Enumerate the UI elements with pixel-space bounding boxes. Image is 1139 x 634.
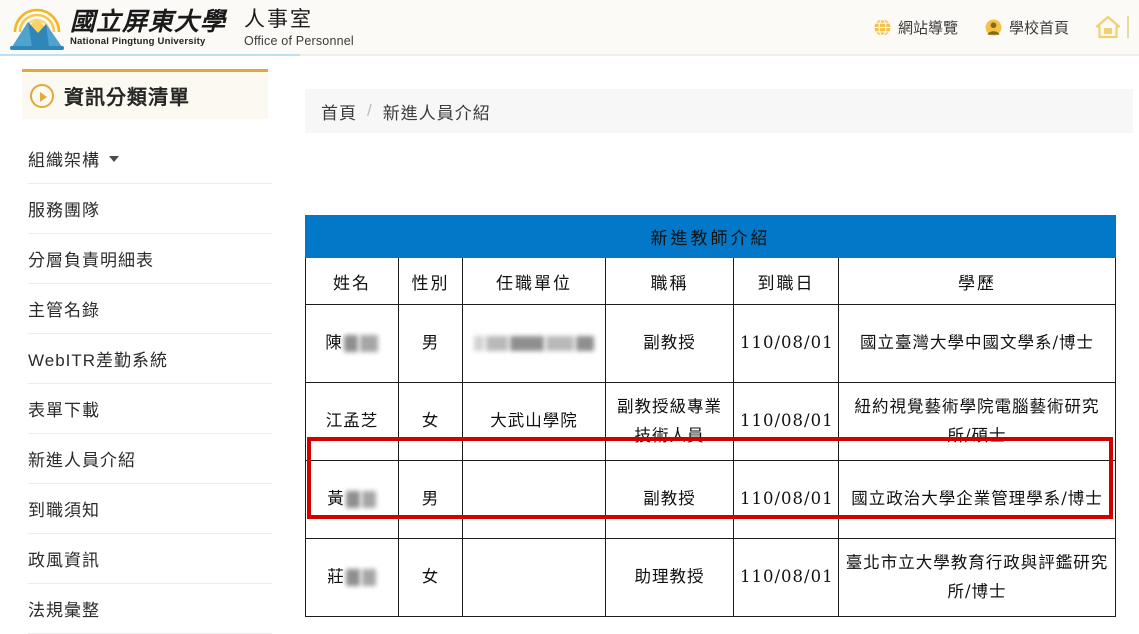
sidebar-item-service-team[interactable]: 服務團隊 bbox=[28, 184, 272, 234]
name-text: 陳 bbox=[325, 333, 343, 353]
sidebar-item-webitr[interactable]: WebITR差勤系統 bbox=[28, 334, 272, 384]
table-row: 莊 女 助理教授 110/08/01 臺北市立大學教育行政與評鑑研究所/博士 bbox=[305, 538, 1116, 617]
breadcrumb-home[interactable]: 首頁 bbox=[321, 99, 357, 124]
nav-school-home[interactable]: 學校首頁 bbox=[984, 17, 1069, 38]
cell-name: 江孟芝 bbox=[305, 382, 399, 461]
sidebar-item-label: WebITR差勤系統 bbox=[28, 351, 169, 370]
cell-name: 黃 bbox=[305, 460, 399, 539]
table-row-highlighted: 江孟芝 女 大武山學院 副教授級專業技術人員 110/08/01 紐約視覺藝術學… bbox=[305, 382, 1116, 461]
sun-mountain-logo bbox=[8, 2, 66, 54]
top-navigation: 網站導覽 學校首頁 bbox=[873, 14, 1139, 40]
site-header: 國立屏東大學 National Pingtung University 人事室 … bbox=[0, 0, 1139, 56]
university-name-en: National Pingtung University bbox=[70, 36, 206, 48]
sidebar-item-label: 政風資訊 bbox=[28, 551, 100, 570]
sidebar-item-label: 主管名錄 bbox=[28, 301, 100, 320]
redaction-blur bbox=[345, 485, 377, 514]
sidebar-item-forms-download[interactable]: 表單下載 bbox=[28, 384, 272, 434]
sidebar: 資訊分類清單 組織架構 服務團隊 分層負責明細表 主管名錄 WebITR差勤系統… bbox=[0, 56, 300, 634]
redaction-blur bbox=[473, 329, 595, 358]
sidebar-item-org-structure[interactable]: 組織架構 bbox=[28, 134, 272, 184]
column-header-sex: 性別 bbox=[398, 257, 463, 305]
column-header-date: 到職日 bbox=[733, 257, 839, 305]
sidebar-item-label: 表單下載 bbox=[28, 401, 100, 420]
cell-job-title: 副教授 bbox=[605, 460, 734, 539]
home-icon bbox=[1095, 14, 1121, 40]
cell-education: 臺北市立大學教育行政與評鑑研究所/博士 bbox=[838, 538, 1116, 617]
sidebar-item-responsibility-table[interactable]: 分層負責明細表 bbox=[28, 234, 272, 284]
name-text: 莊 bbox=[327, 567, 345, 587]
department-name-cn: 人事室 bbox=[244, 8, 314, 32]
table-row: 陳 男 副教授 110/08/01 國立臺灣大學中國文學系/博士 bbox=[305, 304, 1116, 383]
column-header-name: 姓名 bbox=[305, 257, 399, 305]
sidebar-panel-title: 資訊分類清單 bbox=[64, 87, 190, 109]
cell-sex: 男 bbox=[398, 460, 463, 539]
breadcrumb-separator: / bbox=[367, 101, 373, 120]
table-header-row: 姓名 性別 任職單位 職稱 到職日 學歷 bbox=[305, 257, 1116, 305]
cell-start-date: 110/08/01 bbox=[733, 304, 839, 383]
sidebar-item-label: 組織架構 bbox=[28, 151, 100, 170]
cell-education: 國立政治大學企業管理學系/博士 bbox=[838, 460, 1116, 539]
cell-sex: 男 bbox=[398, 304, 463, 383]
chevron-down-icon bbox=[109, 155, 119, 162]
roster-table-container: 新進教師介紹 姓名 性別 任職單位 職稱 到職日 學歷 陳 男 副教授 110/… bbox=[305, 215, 1116, 617]
cell-education: 紐約視覺藝術學院電腦藝術研究所/碩士 bbox=[838, 382, 1116, 461]
sidebar-item-onboarding[interactable]: 到職須知 bbox=[28, 484, 272, 534]
sidebar-panel-header: 資訊分類清單 bbox=[22, 69, 268, 119]
table-row: 黃 男 副教授 110/08/01 國立政治大學企業管理學系/博士 bbox=[305, 460, 1116, 539]
nav-sitemap-label: 網站導覽 bbox=[897, 19, 958, 37]
column-header-title: 職稱 bbox=[605, 257, 734, 305]
cell-job-title: 副教授 bbox=[605, 304, 734, 383]
nav-school-home-label: 學校首頁 bbox=[1008, 19, 1069, 37]
brand-logo[interactable]: 國立屏東大學 National Pingtung University 人事室 … bbox=[8, 2, 354, 54]
breadcrumb-current: 新進人員介紹 bbox=[382, 103, 491, 123]
column-header-unit: 任職單位 bbox=[462, 257, 606, 305]
sidebar-item-label: 新進人員介紹 bbox=[28, 451, 136, 470]
name-text: 黃 bbox=[327, 489, 345, 509]
cell-unit bbox=[462, 460, 606, 539]
department-name-en: Office of Personnel bbox=[244, 33, 354, 48]
circle-arrow-right-icon bbox=[30, 83, 54, 108]
sidebar-item-label: 法規彙整 bbox=[28, 601, 100, 620]
cell-start-date: 110/08/01 bbox=[733, 538, 839, 617]
cell-job-title: 助理教授 bbox=[605, 538, 734, 617]
cell-name: 陳 bbox=[305, 304, 399, 383]
sidebar-item-regulations[interactable]: 法規彙整 bbox=[28, 584, 272, 634]
sidebar-item-label: 服務團隊 bbox=[28, 201, 100, 220]
cell-start-date: 110/08/01 bbox=[733, 382, 839, 461]
table-title: 新進教師介紹 bbox=[305, 215, 1116, 258]
main-content: 首頁 / 新進人員介紹 新進教師介紹 姓名 性別 任職單位 職稱 到職日 學歷 … bbox=[300, 56, 1139, 617]
cell-unit bbox=[462, 538, 606, 617]
sidebar-item-directory[interactable]: 主管名錄 bbox=[28, 284, 272, 334]
cell-unit bbox=[462, 304, 606, 383]
cell-job-title: 副教授級專業技術人員 bbox=[605, 382, 734, 461]
university-name-cn: 國立屏東大學 bbox=[70, 6, 227, 36]
column-header-education: 學歷 bbox=[838, 257, 1116, 305]
new-faculty-table: 新進教師介紹 姓名 性別 任職單位 職稱 到職日 學歷 陳 男 副教授 110/… bbox=[305, 215, 1116, 617]
redaction-blur bbox=[343, 329, 379, 358]
cell-unit: 大武山學院 bbox=[462, 382, 606, 461]
cell-name: 莊 bbox=[305, 538, 399, 617]
cell-start-date: 110/08/01 bbox=[733, 460, 839, 539]
sidebar-menu: 組織架構 服務團隊 分層負責明細表 主管名錄 WebITR差勤系統 表單下載 新… bbox=[0, 134, 300, 634]
sidebar-item-label: 到職須知 bbox=[28, 501, 100, 520]
sidebar-item-new-staff[interactable]: 新進人員介紹 bbox=[28, 434, 272, 484]
cell-sex: 女 bbox=[398, 538, 463, 617]
redaction-blur bbox=[345, 563, 377, 592]
sidebar-item-label: 分層負責明細表 bbox=[28, 251, 154, 270]
nav-sitemap[interactable]: 網站導覽 bbox=[873, 17, 958, 38]
sidebar-item-ethics-info[interactable]: 政風資訊 bbox=[28, 534, 272, 584]
cell-sex: 女 bbox=[398, 382, 463, 461]
nav-divider bbox=[1127, 16, 1129, 38]
cell-education: 國立臺灣大學中國文學系/博士 bbox=[838, 304, 1116, 383]
globe-icon bbox=[873, 18, 892, 37]
nav-home[interactable] bbox=[1095, 14, 1139, 40]
breadcrumb: 首頁 / 新進人員介紹 bbox=[305, 89, 1133, 133]
person-icon bbox=[984, 18, 1003, 37]
